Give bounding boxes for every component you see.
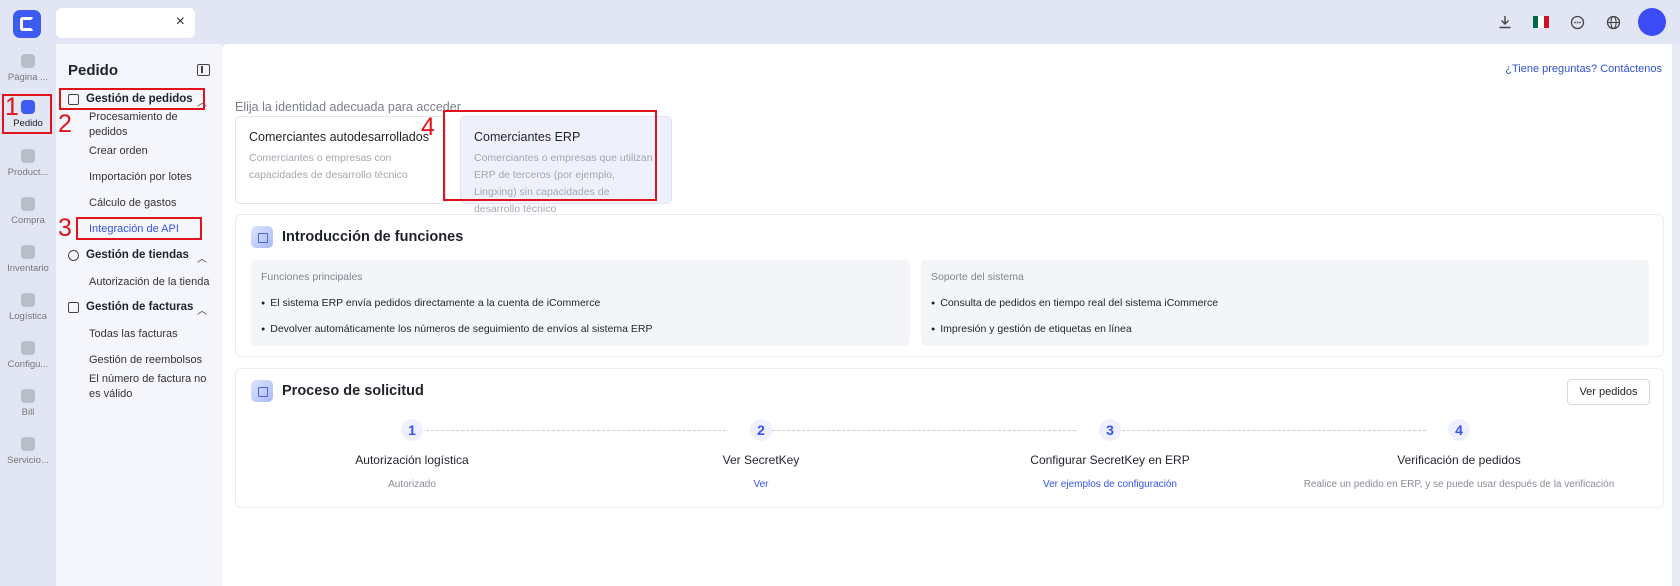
group-invoice-management[interactable]: Gestión de facturas	[68, 301, 193, 313]
view-orders-button[interactable]: Ver pedidos	[1567, 379, 1650, 405]
download-icon[interactable]	[1494, 11, 1516, 33]
globe-icon[interactable]	[1602, 11, 1624, 33]
service-icon	[21, 437, 35, 451]
annotation-number-4: 4	[421, 113, 435, 141]
secondary-menu: Pedido Gestión de pedidos ︿ Procesamient…	[56, 44, 222, 586]
menu-title: Pedido	[68, 62, 119, 79]
identity-prompt: Elija la identidad adecuada para acceder	[235, 100, 461, 114]
process-icon	[251, 380, 273, 402]
card-self-developed[interactable]: Comerciantes autodesarrollados Comercian…	[235, 116, 446, 204]
product-icon	[21, 149, 35, 163]
menu-item-store-authorization[interactable]: Autorización de la tienda	[89, 275, 215, 290]
rail-item-inventory[interactable]: Inventario	[0, 245, 56, 274]
bill-icon	[21, 389, 35, 403]
home-icon	[21, 54, 35, 68]
step-1: 1 Autorización logística Autorizado	[247, 419, 577, 490]
annotation-box-4	[443, 110, 657, 201]
step-number: 1	[401, 419, 423, 441]
step-3: 3 Configurar SecretKey en ERP Ver ejempl…	[945, 419, 1275, 490]
store-icon	[68, 249, 79, 261]
rail-item-service[interactable]: Servicio...	[0, 437, 56, 466]
menu-item-all-invoices[interactable]: Todas las facturas	[89, 327, 215, 342]
mexico-flag-icon[interactable]	[1530, 11, 1552, 33]
invoice-icon	[68, 301, 79, 313]
chevron-up-icon[interactable]: ︿	[197, 302, 207, 317]
feature-item: El sistema ERP envía pedidos directament…	[261, 297, 900, 309]
features-title: Introducción de funciones	[282, 229, 464, 245]
card-title: Comerciantes autodesarrollados	[249, 130, 429, 144]
step-title: Autorización logística	[355, 453, 469, 467]
process-panel: Proceso de solicitud Ver pedidos 1 Autor…	[235, 368, 1664, 508]
step-status: Autorizado	[388, 479, 436, 490]
rail-item-logistics[interactable]: Logística	[0, 293, 56, 322]
step-status: Realice un pedido en ERP, y se puede usa…	[1303, 479, 1615, 490]
menu-item-refund-management[interactable]: Gestión de reembolsos	[89, 353, 215, 368]
config-examples-link[interactable]: Ver ejemplos de configuración	[945, 479, 1275, 490]
rail-item-product[interactable]: Product...	[0, 149, 56, 178]
features-panel: Introducción de funciones Funciones prin…	[235, 214, 1664, 357]
menu-item-order-processing[interactable]: Procesamiento de pedidos	[89, 110, 215, 140]
menu-item-create-order[interactable]: Crear orden	[89, 144, 215, 159]
annotation-box-3	[76, 217, 202, 240]
main-content: ¿Tiene preguntas? Contáctenos Elija la i…	[222, 44, 1672, 586]
annotation-number-1: 1	[5, 93, 19, 121]
annotation-number-3: 3	[58, 214, 72, 242]
rail-item-home[interactable]: Página ...	[0, 54, 56, 83]
system-support-box: Soporte del sistema Consulta de pedidos …	[921, 260, 1649, 346]
step-number: 3	[1099, 419, 1121, 441]
chat-icon[interactable]	[1566, 11, 1588, 33]
step-number: 2	[750, 419, 772, 441]
step-2: 2 Ver SecretKey Ver	[596, 419, 926, 490]
app-logo[interactable]	[13, 10, 41, 38]
avatar[interactable]	[1638, 8, 1666, 36]
rail-item-bill[interactable]: Bill	[0, 389, 56, 418]
rail-item-settings[interactable]: Configu...	[0, 341, 56, 370]
collapse-menu-icon[interactable]	[197, 64, 210, 76]
logistics-icon	[21, 293, 35, 307]
feature-item: Devolver automáticamente los números de …	[261, 323, 900, 335]
support-item: Impresión y gestión de etiquetas en líne…	[931, 323, 1639, 335]
step-title: Ver SecretKey	[722, 453, 800, 467]
tab-close-icon[interactable]: ×	[176, 14, 185, 30]
step-title: Verificación de pedidos	[1397, 453, 1521, 467]
contact-link[interactable]: ¿Tiene preguntas? Contáctenos	[1505, 63, 1662, 75]
menu-item-invalid-invoice[interactable]: El número de factura no es válido	[89, 372, 215, 402]
view-secretkey-link[interactable]: Ver	[596, 479, 926, 490]
main-functions-box: Funciones principales El sistema ERP env…	[251, 260, 910, 346]
step-number: 4	[1448, 419, 1470, 441]
support-item: Consulta de pedidos en tiempo real del s…	[931, 297, 1639, 309]
menu-item-batch-import[interactable]: Importación por lotes	[89, 170, 215, 185]
inventory-icon	[21, 245, 35, 259]
features-icon	[251, 226, 273, 248]
chevron-up-icon[interactable]: ︿	[197, 250, 207, 265]
top-bar: ×	[0, 0, 1680, 44]
browser-tab[interactable]: ×	[56, 8, 195, 38]
step-title: Configurar SecretKey en ERP	[1030, 453, 1190, 467]
group-store-management[interactable]: Gestión de tiendas	[68, 249, 189, 261]
process-title: Proceso de solicitud	[282, 383, 424, 399]
annotation-box-2	[59, 88, 205, 110]
card-description: Comerciantes o empresas con capacidades …	[249, 152, 408, 181]
purchase-icon	[21, 197, 35, 211]
step-4: 4 Verificación de pedidos Realice un ped…	[1294, 419, 1624, 490]
menu-item-fee-calculation[interactable]: Cálculo de gastos	[89, 196, 215, 211]
annotation-number-2: 2	[58, 110, 72, 138]
system-support-heading: Soporte del sistema	[931, 271, 1024, 283]
main-functions-heading: Funciones principales	[261, 271, 363, 283]
settings-icon	[21, 341, 35, 355]
rail-item-purchase[interactable]: Compra	[0, 197, 56, 226]
